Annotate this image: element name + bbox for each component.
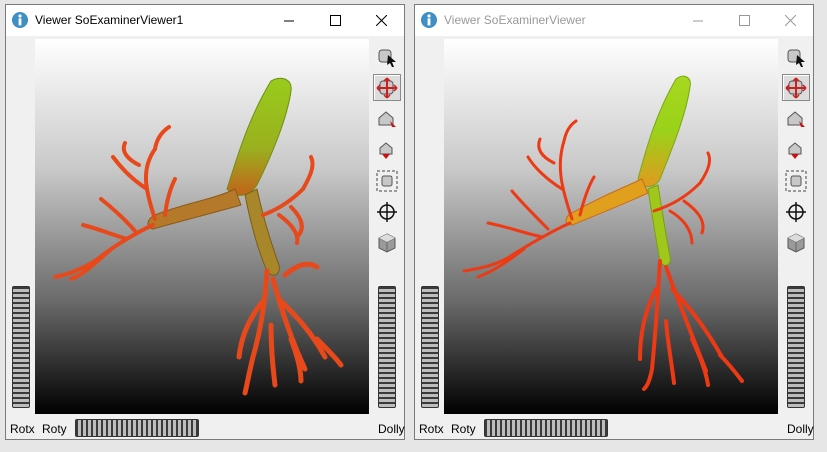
close-icon [375,15,387,26]
view-all-button[interactable] [373,167,401,194]
view-rotate-icon [785,76,807,99]
seek-icon [786,201,806,222]
view-rotate-icon [376,76,398,99]
maximize-button[interactable] [312,5,358,36]
window-title: Viewer SoExaminerViewer [444,13,586,27]
home-icon [787,110,805,127]
maximize-button[interactable] [721,5,767,36]
home-button[interactable] [373,105,401,132]
viewer-toolbar [372,43,404,263]
3d-viewport[interactable] [444,39,778,414]
title-bar[interactable]: Viewer SoExaminerViewer1 [6,5,404,36]
bronchial-tree-render [53,77,344,396]
viewer-window-2[interactable]: Viewer SoExaminerViewer Rotx Roty Dolly [414,4,814,440]
dolly-label: Dolly [378,422,405,436]
window-title: Viewer SoExaminerViewer1 [35,13,184,27]
select-pointer-icon [378,49,396,67]
roty-thumbwheel[interactable] [484,419,608,437]
seek-button[interactable] [373,198,401,225]
projection-button[interactable] [782,229,810,256]
seek-button[interactable] [782,198,810,225]
projection-cube-icon [378,232,396,253]
home-button[interactable] [782,105,810,132]
set-home-icon [379,141,393,159]
minimize-icon [693,20,703,21]
seek-icon [377,201,397,222]
select-pointer-icon [787,49,805,67]
maximize-icon [329,15,341,26]
view-all-icon [785,170,807,191]
view-mode-button[interactable] [373,74,401,101]
view-all-button[interactable] [782,167,810,194]
view-mode-button[interactable] [782,74,810,101]
title-bar[interactable]: Viewer SoExaminerViewer [415,5,813,36]
set-home-button[interactable] [782,136,810,163]
set-home-button[interactable] [373,136,401,163]
minimize-icon [284,20,294,21]
home-icon [378,110,396,127]
roty-thumbwheel[interactable] [75,419,199,437]
rotx-label: Rotx [10,422,35,436]
app-icon [421,12,437,28]
dolly-thumbwheel[interactable] [378,286,396,408]
maximize-icon [738,15,750,26]
close-button[interactable] [358,5,404,36]
projection-cube-icon [787,232,805,253]
roty-label: Roty [451,422,476,436]
3d-viewport[interactable] [35,39,369,414]
minimize-button[interactable] [675,5,721,36]
view-all-icon [376,170,398,191]
close-icon [784,15,796,26]
set-home-icon [788,141,802,159]
roty-label: Roty [42,422,67,436]
rotx-thumbwheel[interactable] [12,286,30,408]
rotx-label: Rotx [419,422,444,436]
dolly-label: Dolly [787,422,814,436]
rotx-thumbwheel[interactable] [421,286,439,408]
pick-mode-button[interactable] [782,43,810,70]
viewer-window-1[interactable]: Viewer SoExaminerViewer1 Rotx Roty Dolly [5,4,405,440]
app-icon [12,12,28,28]
pick-mode-button[interactable] [373,43,401,70]
projection-button[interactable] [373,229,401,256]
viewer-toolbar [781,43,813,263]
minimize-button[interactable] [266,5,312,36]
close-button[interactable] [767,5,813,36]
bronchial-tree-render [462,75,744,391]
dolly-thumbwheel[interactable] [787,286,805,408]
